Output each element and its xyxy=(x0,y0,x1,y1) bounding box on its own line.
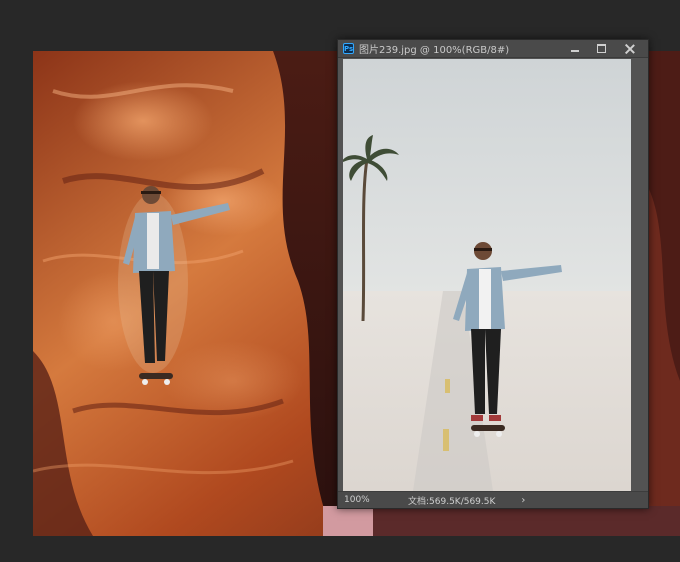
minimize-icon xyxy=(570,49,579,52)
document-window[interactable]: Ps 图片239.jpg @ 100%(RGB/8#) 100% 文档:569.… xyxy=(337,39,649,509)
minimize-button[interactable] xyxy=(561,40,588,57)
status-menu-arrow-icon[interactable]: › xyxy=(521,495,525,506)
maximize-icon xyxy=(597,44,606,53)
close-button[interactable] xyxy=(615,40,644,57)
maximize-button[interactable] xyxy=(588,40,615,57)
zoom-level-field[interactable]: 100% xyxy=(344,495,372,505)
document-canvas-image[interactable] xyxy=(343,59,631,491)
document-size-info: 文档:569.5K/569.5K xyxy=(408,496,496,507)
document-title: 图片239.jpg @ 100%(RGB/8#) xyxy=(359,45,510,56)
document-statusbar: 100% 文档:569.5K/569.5K › xyxy=(338,491,648,508)
photoshop-icon: Ps xyxy=(343,43,354,54)
document-vertical-scrollbar[interactable] xyxy=(633,59,647,491)
document-titlebar[interactable]: Ps 图片239.jpg @ 100%(RGB/8#) xyxy=(338,40,648,58)
close-icon xyxy=(625,44,635,54)
beach-skateboarder-photo xyxy=(343,59,631,491)
